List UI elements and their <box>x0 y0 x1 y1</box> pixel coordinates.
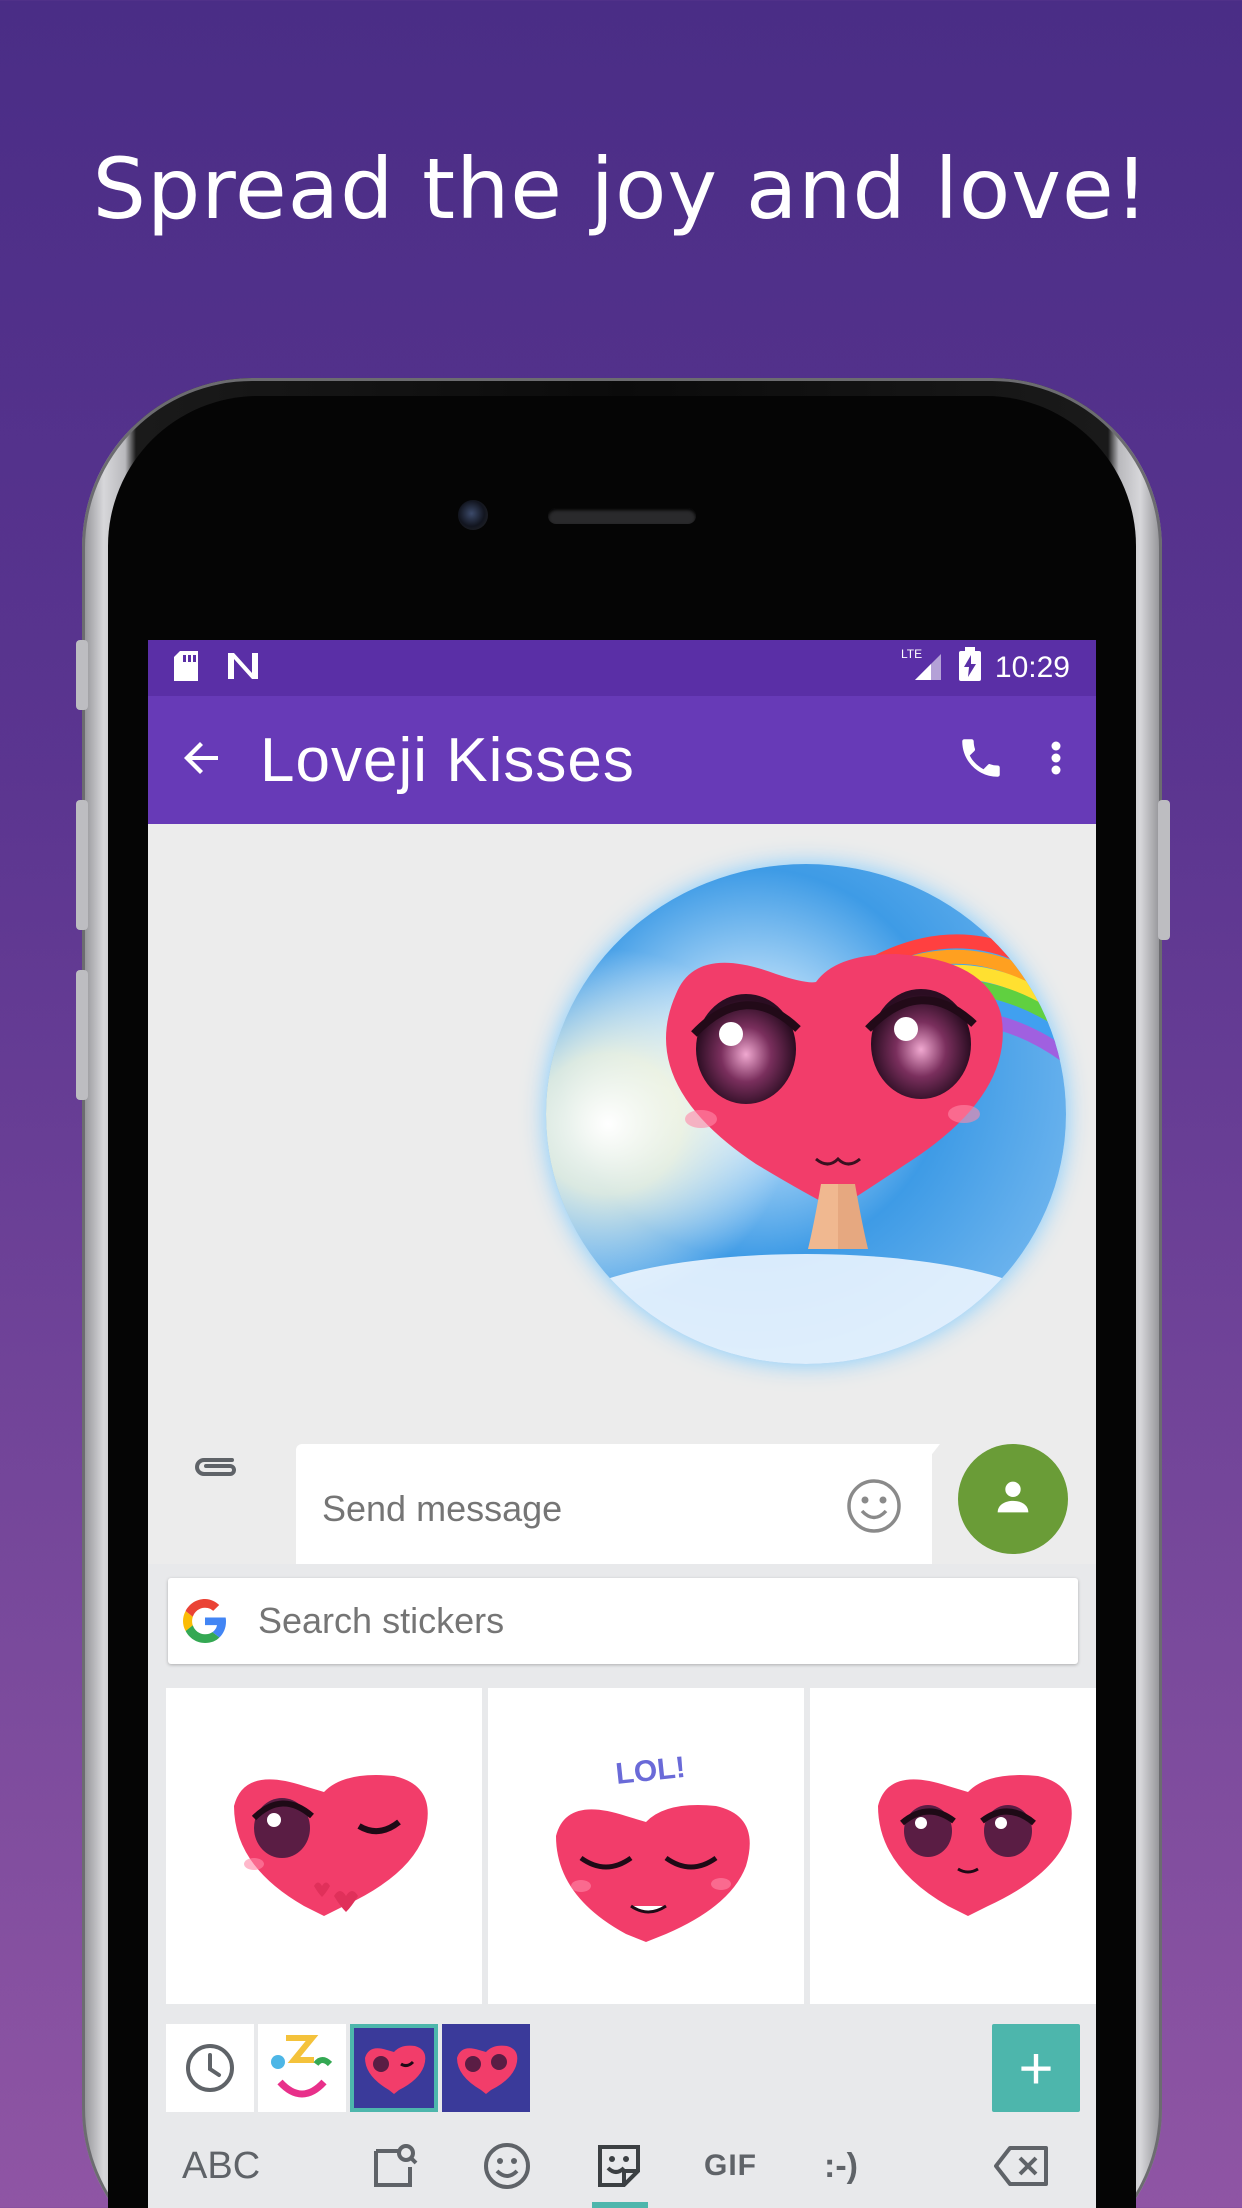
signal-icon: LTE <box>901 646 945 690</box>
app-bar: Loveji Kisses <box>148 696 1096 824</box>
emoticon-key[interactable]: :-) <box>824 2147 858 2186</box>
n-notification-icon <box>226 651 260 686</box>
conversation-title: Loveji Kisses <box>260 725 635 795</box>
sticker-lol[interactable]: LOL! <box>488 1688 804 2004</box>
sd-card-icon <box>174 650 200 686</box>
more-vert-icon[interactable] <box>1046 734 1066 787</box>
attach-icon[interactable] <box>192 1452 242 1487</box>
contact-icon <box>990 1474 1036 1525</box>
selected-tab-indicator <box>592 2202 648 2208</box>
status-bar: LTE 10:29 <box>148 640 1096 696</box>
emoji-icon[interactable] <box>846 1478 902 1539</box>
sticker-wink[interactable] <box>166 1688 482 2004</box>
face-pack-icon[interactable] <box>258 2024 346 2112</box>
sent-sticker-heart-praying[interactable] <box>546 864 1066 1364</box>
message-input[interactable]: Send message <box>296 1444 932 1570</box>
loveji-pack[interactable] <box>442 2024 530 2112</box>
phone-volume-down <box>76 970 88 1100</box>
recent-icon[interactable] <box>166 2024 254 2112</box>
network-label: LTE <box>901 647 922 661</box>
composer-row: Send message <box>148 1404 1096 1574</box>
contact-button[interactable] <box>958 1444 1068 1554</box>
add-sticker-pack-button[interactable]: + <box>992 2024 1080 2112</box>
sticker-lol-text: LOL! <box>614 1751 687 1791</box>
sticker-big-eyes[interactable] <box>810 1688 1096 2004</box>
message-input-placeholder: Send message <box>322 1488 563 1529</box>
headline: Spread the joy and love! <box>92 140 1150 238</box>
emoji-key-icon[interactable] <box>482 2141 532 2191</box>
sticker-search-key-icon[interactable] <box>370 2141 420 2191</box>
phone-icon[interactable] <box>956 733 1006 788</box>
sticker-grid: LOL! <box>166 1688 1096 2004</box>
message-input-tail <box>918 1444 940 1472</box>
loveji-pack-selected[interactable] <box>350 2024 438 2112</box>
back-arrow-icon[interactable] <box>178 734 226 787</box>
status-time: 10:29 <box>994 651 1070 684</box>
phone-screen: LTE 10:29 Loveji Kisses Send message Sea… <box>148 640 1096 2208</box>
abc-key[interactable]: ABC <box>182 2145 260 2188</box>
sticker-pack-tray <box>166 2024 530 2114</box>
battery-charging-icon <box>958 647 981 689</box>
phone-volume-up <box>76 800 88 930</box>
google-g-icon <box>182 1598 228 1644</box>
backspace-key-icon[interactable] <box>992 2144 1052 2188</box>
sticker-search-input: Search stickers <box>258 1600 505 1641</box>
earpiece-speaker <box>548 508 696 524</box>
sticker-search-bar[interactable]: Search stickers <box>168 1578 1078 1664</box>
phone-power-button <box>1158 800 1170 940</box>
keyboard-bottom-bar: ABC GIF :-) <box>148 2124 1096 2208</box>
gif-key[interactable]: GIF <box>704 2149 757 2183</box>
front-camera <box>458 500 488 530</box>
message-list <box>148 824 1096 1404</box>
phone-mute-switch <box>76 640 88 710</box>
sticker-keyboard: Search stickers LOL! + ABC GIF:-) <box>148 1564 1096 2208</box>
sticker-key-icon[interactable] <box>594 2141 644 2191</box>
